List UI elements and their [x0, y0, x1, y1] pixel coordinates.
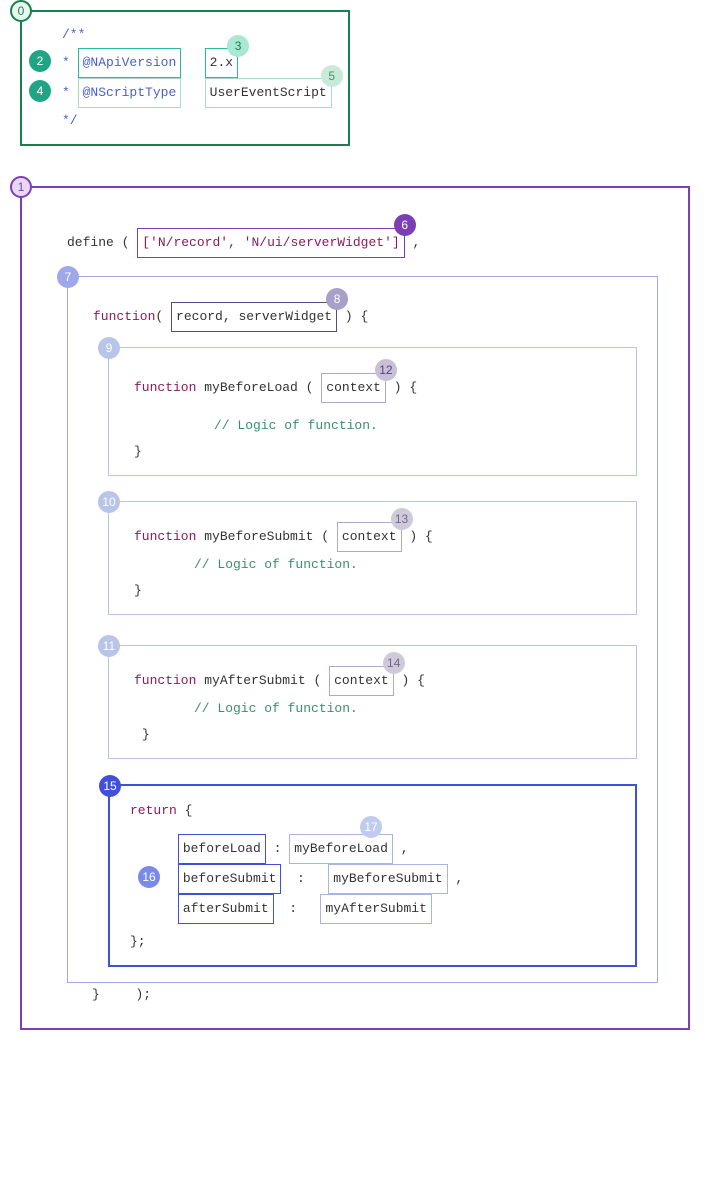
label-5: 5 [321, 65, 343, 87]
callback-signature: function( 8 record, serverWidget ) { [93, 302, 637, 332]
label-2: 2 [29, 50, 51, 72]
label-11: 11 [98, 635, 120, 657]
jsdoc-api-version-line: 2 * @NApiVersion 3 2.x [62, 48, 333, 78]
before-load-arg: 12 context [321, 373, 386, 403]
label-6: 6 [394, 214, 416, 236]
return-val-1: myBeforeLoad [289, 834, 393, 864]
label-1: 1 [10, 176, 32, 198]
label-0: 0 [10, 0, 32, 22]
return-key-1: beforeLoad [178, 834, 266, 864]
script-type-value: 5 UserEventScript [205, 78, 332, 108]
api-version-value: 3 2.x [205, 48, 238, 78]
jsdoc-close: */ [62, 108, 333, 134]
callback-block: 7 function( 8 record, serverWidget ) { 9… [67, 276, 658, 983]
label-12: 12 [375, 359, 397, 381]
before-submit-block: 10 function myBeforeSubmit ( 13 context … [108, 501, 637, 615]
return-val-2: myBeforeSubmit [328, 864, 447, 894]
label-10: 10 [98, 491, 120, 513]
label-3: 3 [227, 35, 249, 57]
label-4: 4 [29, 80, 51, 102]
return-block: 15 return { 17 beforeLoad : myBeforeLoad [108, 784, 637, 967]
return-val-3: myAfterSubmit [320, 894, 431, 924]
label-7: 7 [57, 266, 79, 288]
return-key-2: beforeSubmit [178, 864, 282, 894]
jsdoc-open: /** [62, 22, 333, 48]
label-9: 9 [98, 337, 120, 359]
after-submit-arg: 14 context [329, 666, 394, 696]
label-13: 13 [391, 508, 413, 530]
label-15: 15 [99, 775, 121, 797]
jsdoc-block: 0 /** 2 * @NApiVersion 3 2.x 4 * @NScrip… [20, 10, 350, 146]
callback-params: 8 record, serverWidget [171, 302, 337, 332]
define-line: define ( 6 ['N/record', 'N/ui/serverWidg… [67, 228, 658, 258]
jsdoc-script-type-line: 4 * @NScriptType 5 UserEventScript [62, 78, 333, 108]
return-key-3: afterSubmit [178, 894, 274, 924]
after-submit-block: 11 function myAfterSubmit ( 14 context )… [108, 645, 637, 759]
script-type-tag: @NScriptType [78, 78, 182, 108]
before-load-block: 9 function myBeforeLoad ( 12 context ) {… [108, 347, 637, 476]
label-17: 17 [360, 816, 382, 838]
define-block: 1 define ( 6 ['N/record', 'N/ui/serverWi… [20, 186, 690, 1030]
label-16: 16 [138, 866, 160, 888]
define-modules: 6 ['N/record', 'N/ui/serverWidget'] [137, 228, 404, 258]
api-version-tag: @NApiVersion [78, 48, 182, 78]
before-submit-arg: 13 context [337, 522, 402, 552]
label-8: 8 [326, 288, 348, 310]
label-14: 14 [383, 652, 405, 674]
